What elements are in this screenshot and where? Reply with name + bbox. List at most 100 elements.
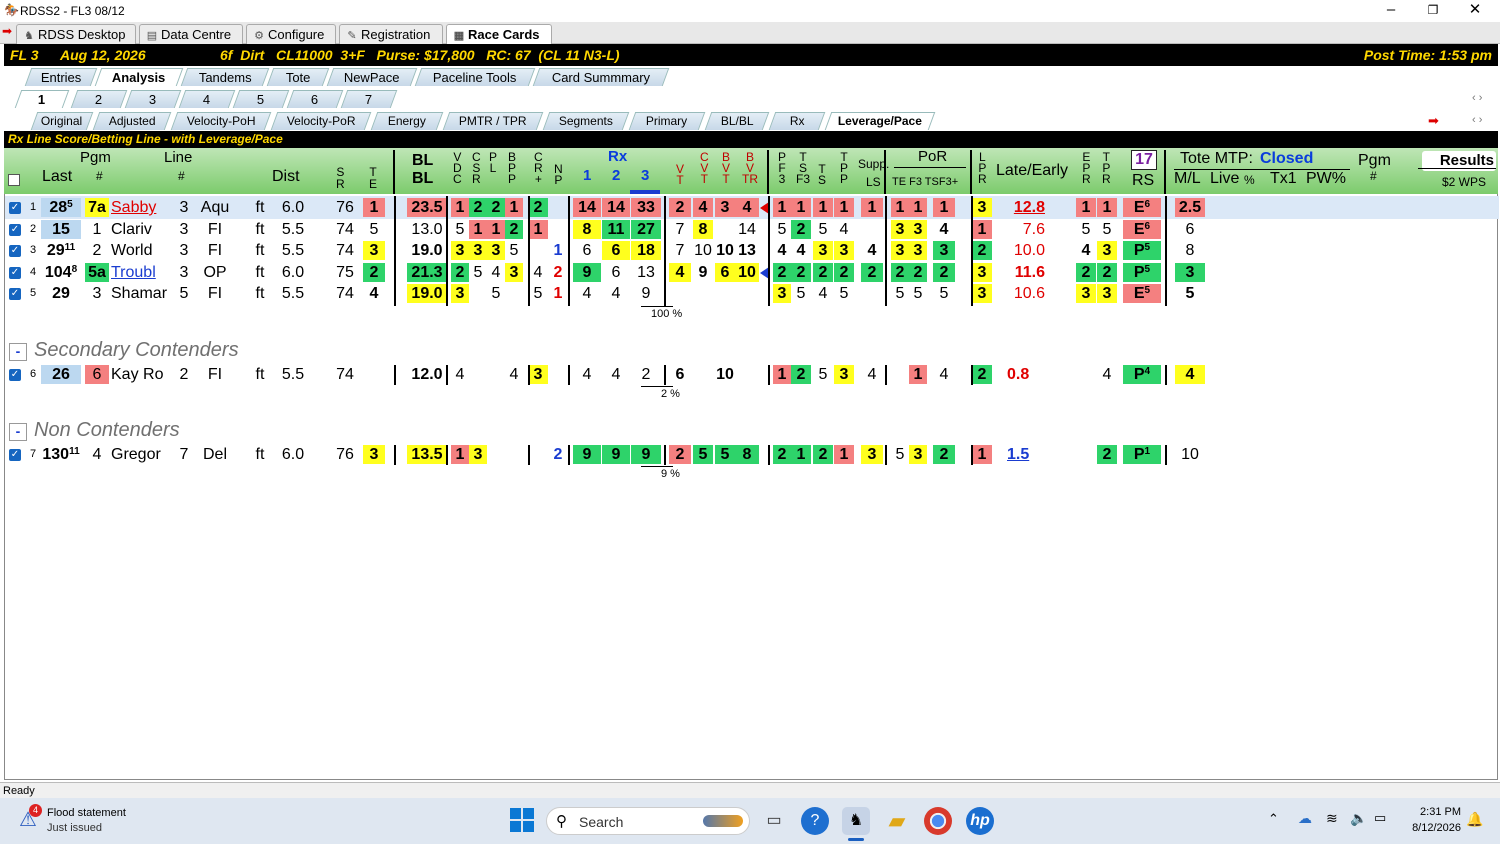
row-4-name[interactable]: Troubl	[111, 263, 173, 282]
tab-race-3[interactable]: 3	[124, 90, 182, 108]
notification-bell-icon[interactable]: 🔔	[1466, 811, 1483, 828]
entry-checkbox-3[interactable]: ✓	[9, 245, 21, 257]
tab-segments[interactable]: Segments	[542, 112, 630, 130]
row-4-last: 1048	[44, 264, 78, 281]
non-le[interactable]: 1.5	[1007, 445, 1057, 464]
entry-checkbox-4[interactable]: ✓	[9, 267, 21, 279]
tab-tandems[interactable]: Tandems	[180, 68, 270, 86]
maximize-button[interactable]: ❐	[1412, 0, 1454, 22]
tab-card-summary[interactable]: Card Summmary	[532, 68, 670, 86]
row-2-name[interactable]: Clariv	[111, 220, 173, 239]
tab-scroll-arrows[interactable]: ‹ ›	[1472, 92, 1482, 104]
row-4-bvtr: 10	[735, 263, 759, 282]
tab-primary[interactable]: Primary	[628, 112, 706, 130]
battery-icon[interactable]: ▭	[1374, 810, 1386, 826]
select-all-checkbox[interactable]	[8, 174, 20, 186]
non-name[interactable]: Gregor	[111, 445, 173, 464]
row-1-vdc: 1	[451, 198, 469, 217]
secondary-le[interactable]: 0.8	[1007, 365, 1057, 384]
row-number: 3	[29, 244, 37, 256]
taskbar-search[interactable]: ⚲ Search	[546, 807, 750, 835]
tab-race-4[interactable]: 4	[178, 90, 236, 108]
row-4-te: 2	[363, 263, 385, 282]
rdss-app-icon[interactable]: ♞	[842, 807, 870, 835]
row-3-le[interactable]: 10.0	[1009, 241, 1045, 260]
row-5-le[interactable]: 10.6	[1009, 284, 1045, 303]
row-4-rx2: 6	[611, 264, 621, 281]
entry-checkbox-7[interactable]: ✓	[9, 449, 21, 461]
tab-race-1[interactable]: 1	[14, 90, 70, 108]
row-2-pgm[interactable]: 1	[85, 220, 109, 239]
secondary-name[interactable]: Kay Ro	[111, 365, 173, 384]
wifi-icon[interactable]: ≋	[1326, 810, 1338, 827]
start-button[interactable]	[510, 808, 534, 832]
row-4-bvt: 6	[715, 263, 735, 282]
row-3-ts: 3	[813, 241, 833, 260]
entry-checkbox-6[interactable]: ✓	[9, 369, 21, 381]
volume-icon[interactable]: 🔈	[1350, 810, 1367, 827]
row-4-le[interactable]: 11.6	[1009, 263, 1045, 282]
row-3-pl: 3	[487, 241, 505, 260]
minimize-button[interactable]: –	[1370, 0, 1412, 22]
tab-original[interactable]: Original	[30, 112, 94, 130]
secondary-pgm[interactable]: 6	[85, 365, 109, 384]
tab-race-2[interactable]: 2	[70, 90, 128, 108]
row-number: 4	[29, 266, 37, 278]
tab-race-cards[interactable]: ▦ Race Cards	[446, 24, 552, 44]
onedrive-icon[interactable]: ☁	[1298, 810, 1312, 827]
notification-title[interactable]: Flood statement	[47, 807, 126, 819]
tab-tote[interactable]: Tote	[266, 68, 330, 86]
show-hidden-icons-icon[interactable]: ⌃	[1268, 811, 1279, 827]
tab-race-5[interactable]: 5	[232, 90, 290, 108]
rs-count-box[interactable]: 17	[1131, 150, 1157, 170]
tab-bl-bl[interactable]: BL/BL	[704, 112, 770, 130]
row-3-name[interactable]: World	[111, 241, 173, 260]
row-1-le[interactable]: 12.8	[1009, 198, 1045, 217]
tab-adjusted[interactable]: Adjusted	[92, 112, 172, 130]
file-explorer-icon[interactable]: ▰	[883, 807, 911, 835]
row-4-stf3: 2	[791, 263, 811, 282]
tab-entries[interactable]: Entries	[24, 68, 98, 86]
export-arrow-icon[interactable]: ➡	[1428, 113, 1439, 129]
tab-energy[interactable]: Energy	[370, 112, 444, 130]
non-pgm[interactable]: 4	[85, 445, 109, 464]
help-icon[interactable]: ?	[801, 807, 829, 835]
tab-newpace[interactable]: NewPace	[326, 68, 418, 86]
tab-race-6[interactable]: 6	[286, 90, 344, 108]
row-3-pgm[interactable]: 2	[85, 241, 109, 260]
clock-date[interactable]: 8/12/2026	[1395, 822, 1461, 834]
row-5-np: 1	[553, 285, 563, 302]
row-2-le[interactable]: 7.6	[1009, 220, 1045, 239]
entry-checkbox-2[interactable]: ✓	[9, 224, 21, 236]
task-view-icon[interactable]: ▭	[760, 807, 788, 835]
tab-paceline-tools[interactable]: Paceline Tools	[414, 68, 536, 86]
row-5-pgm[interactable]: 3	[85, 284, 109, 303]
hp-icon[interactable]: hp	[966, 807, 994, 835]
tab-race-7[interactable]: 7	[340, 90, 398, 108]
secondary-contenders-collapse-button[interactable]: -	[9, 343, 27, 361]
tab-rx[interactable]: Rx	[768, 112, 826, 130]
row-3-dist: 5.5	[281, 242, 305, 259]
close-button[interactable]: ✕	[1454, 0, 1496, 22]
tab-leverage-pace[interactable]: Leverage/Pace	[824, 112, 936, 130]
tab-pmtr-tpr[interactable]: PMTR / TPR	[442, 112, 544, 130]
tab-rdss-desktop[interactable]: ♞ RDSS Desktop	[16, 24, 136, 44]
non-te2: 5	[895, 446, 905, 463]
tab-analysis[interactable]: Analysis	[94, 68, 184, 86]
row-1-ls: 1	[861, 198, 883, 217]
tab-velocity-poh[interactable]: Velocity-PoH	[170, 112, 272, 130]
entry-checkbox-5[interactable]: ✓	[9, 288, 21, 300]
chrome-icon[interactable]	[924, 807, 952, 835]
entry-checkbox-1[interactable]: ✓	[9, 202, 21, 214]
tab-scroll-arrows-2[interactable]: ‹ ›	[1472, 114, 1482, 126]
tab-data-centre[interactable]: ▤ Data Centre	[139, 24, 243, 44]
clock-time[interactable]: 2:31 PM	[1405, 806, 1461, 818]
tab-registration[interactable]: ✎ Registration	[339, 24, 443, 44]
row-5-name[interactable]: Shamar	[111, 284, 173, 303]
non-contenders-collapse-button[interactable]: -	[9, 423, 27, 441]
tab-configure[interactable]: ⚙ Configure	[246, 24, 336, 44]
row-1-name[interactable]: Sabby	[111, 198, 173, 217]
row-1-pgm[interactable]: 7a	[85, 198, 109, 217]
row-4-pgm[interactable]: 5a	[85, 263, 109, 282]
tab-velocity-por[interactable]: Velocity-PoR	[270, 112, 372, 130]
